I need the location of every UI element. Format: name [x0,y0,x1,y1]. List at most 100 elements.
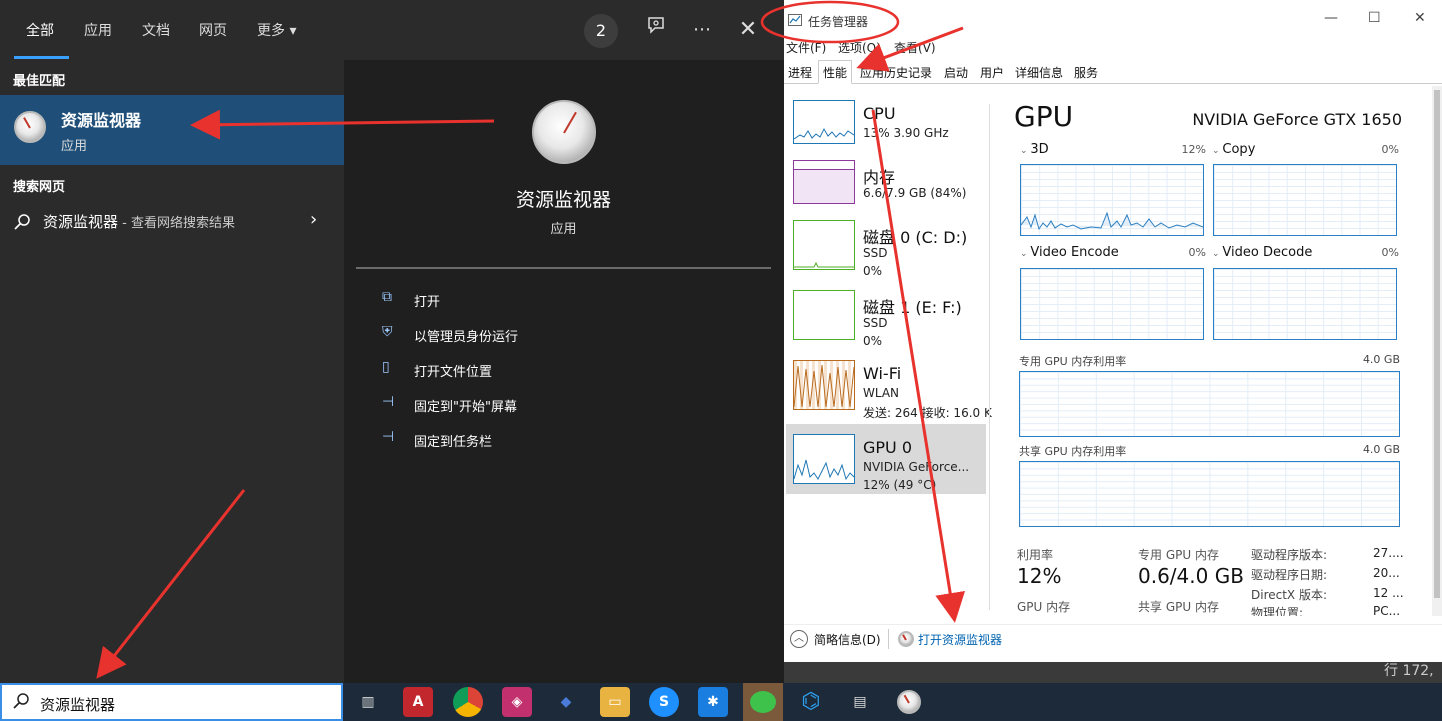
detail-divider [356,267,771,269]
app-icon[interactable]: ◈ [502,687,532,717]
resource-disk-0[interactable]: 磁盘 0 (C: D:) SSD 0% [786,210,986,280]
desktop: 行 172, 全部 应用 文档 网页 更多 ▾ 2 ⋯ ✕ 最佳匹配 资源监视器 [0,0,1442,721]
action-label: 固定到任务栏 [414,435,493,450]
shared-memory-stat-label: 共享 GPU 内存 [1138,600,1219,614]
feedback-icon[interactable] [640,14,672,46]
task-manager-window: 任务管理器 — ☐ ✕ 文件(F) 选项(O) 查看(V) 进程 性能 应用历史… [784,0,1442,662]
chevron-right-icon[interactable]: › [310,209,317,230]
driver-date-value: 20... [1373,566,1400,580]
engine-video-decode-label[interactable]: ⌄ Video Decode [1212,245,1312,260]
pin-icon: ⊣ [382,429,395,445]
tab-processes[interactable]: 进程 [786,64,814,84]
scrollbar[interactable] [1432,86,1442,616]
resource-gpu-0[interactable]: GPU 0 NVIDIA GeForce... 12% (49 °C) [786,424,986,494]
app-icon[interactable]: ◆ [551,687,581,717]
tab-app-history[interactable]: 应用历史记录 [858,64,934,84]
cpu-thumbnail [793,100,855,144]
fewer-details-button[interactable]: 简略信息(D) [814,631,881,648]
engine-name: Copy [1222,142,1256,157]
editor-status: 行 172, [1384,663,1434,679]
task-view-icon[interactable]: ▥ [353,687,383,717]
physical-location-label: 物理位置: [1251,606,1304,616]
results-pane: 最佳匹配 资源监视器 应用 搜索网页 资源监视器 - 查看网络搜索结果 › [0,60,344,683]
gpu-heading: GPU [1014,100,1074,133]
menu-view[interactable]: 查看(V) [894,39,936,56]
pdf-reader-icon[interactable]: A [403,687,433,717]
vscode-icon[interactable]: ⌬ [796,687,826,717]
footer: ︿ 简略信息(D) 打开资源监视器 [784,624,1442,654]
app-icon[interactable]: S [649,687,679,717]
action-run-as-admin[interactable]: ⛨ 以管理员身份运行 [382,322,762,348]
search-icon [14,214,30,230]
resource-monitor-icon[interactable] [894,687,924,717]
maximize-icon[interactable]: ☐ [1368,10,1381,26]
more-options-icon[interactable]: ⋯ [686,14,718,46]
resource-detail: 0% [863,334,883,348]
search-value: 资源监视器 [40,696,116,714]
resource-detail: WLAN [863,386,900,400]
tab-web[interactable]: 网页 [199,20,227,40]
resource-detail: 6.6/7.9 GB (84%) [863,186,967,200]
action-open-file-location[interactable]: ▯ 打开文件位置 [382,357,762,383]
rewards-badge[interactable]: 2 [584,14,618,48]
chrome-icon[interactable] [453,687,483,717]
best-match-result[interactable]: 资源监视器 应用 [0,95,344,165]
wechat-icon[interactable] [743,683,783,721]
tab-details[interactable]: 详细信息 [1013,64,1065,84]
resource-wifi[interactable]: Wi-Fi WLAN 发送: 264 接收: 16.0 K [786,350,992,420]
resource-detail: NVIDIA GeForce... [863,460,970,474]
menu-file[interactable]: 文件(F) [786,39,826,56]
engine-3d-label[interactable]: ⌄ 3D [1020,142,1049,157]
directx-version-value: 12 ... [1373,586,1404,600]
resource-name: GPU 0 [863,438,913,457]
tab-startup[interactable]: 启动 [942,64,970,84]
tab-performance[interactable]: 性能 [818,60,853,84]
tab-documents[interactable]: 文档 [142,20,170,40]
driver-date-label: 驱动程序日期: [1251,568,1328,582]
chevron-up-icon[interactable]: ︿ [790,630,808,648]
action-pin-start[interactable]: ⊣ 固定到"开始"屏幕 [382,392,762,418]
open-resource-monitor-link[interactable]: 打开资源监视器 [918,631,1002,648]
close-icon[interactable]: ✕ [1414,10,1426,26]
task-manager-icon[interactable]: ▤ [845,687,875,717]
resource-disk-1[interactable]: 磁盘 1 (E: F:) SSD 0% [786,280,986,350]
start-menu: 全部 应用 文档 网页 更多 ▾ 2 ⋯ ✕ 最佳匹配 资源监视器 应用 搜索网… [0,0,784,683]
dedicated-memory-stat-label: 专用 GPU 内存 [1138,548,1219,562]
file-explorer-icon[interactable]: ▭ [600,687,630,717]
resource-monitor-icon [898,631,914,647]
minimize-icon[interactable]: — [1324,10,1338,26]
gpu-memory-label: GPU 内存 [1017,600,1071,614]
menu-options[interactable]: 选项(O) [838,39,881,56]
engine-video-encode-graph [1020,268,1204,340]
resource-detail: 12% (49 °C) [863,478,937,492]
resource-name: Wi-Fi [863,364,902,383]
web-query: 资源监视器 [43,213,119,231]
engine-copy-label[interactable]: ⌄ Copy [1212,142,1255,157]
dedicated-memory-graph [1019,371,1400,437]
engine-video-decode-pct: 0% [1381,246,1399,259]
web-search-result[interactable]: 资源监视器 - 查看网络搜索结果 › [0,206,344,236]
resource-monitor-icon [14,111,46,143]
web-suffix: - 查看网络搜索结果 [118,216,235,231]
tab-all[interactable]: 全部 [26,20,54,40]
engine-video-encode-label[interactable]: ⌄ Video Encode [1020,245,1119,260]
open-icon: ⧉ [382,289,392,305]
search-input[interactable]: 资源监视器 [0,683,343,721]
dedicated-memory-stat-value: 0.6/4.0 GB [1138,564,1244,588]
tab-more[interactable]: 更多 ▾ [257,20,296,40]
tab-users[interactable]: 用户 [978,64,1006,84]
app-icon[interactable]: ✱ [698,687,728,717]
pane-divider[interactable] [989,104,990,610]
resource-detail: 发送: 264 接收: 16.0 K [863,406,992,420]
tab-apps[interactable]: 应用 [84,20,112,40]
utilization-value: 12% [1017,564,1062,588]
action-open[interactable]: ⧉ 打开 [382,287,762,313]
action-pin-taskbar[interactable]: ⊣ 固定到任务栏 [382,427,762,453]
gpu-model: NVIDIA GeForce GTX 1650 [1192,110,1402,129]
engine-copy-graph [1213,164,1397,236]
window-title: 任务管理器 [808,15,869,29]
scrollbar-thumb[interactable] [1434,90,1440,598]
tab-services[interactable]: 服务 [1072,64,1100,84]
close-icon[interactable]: ✕ [732,14,764,46]
shared-memory-graph [1019,461,1400,527]
